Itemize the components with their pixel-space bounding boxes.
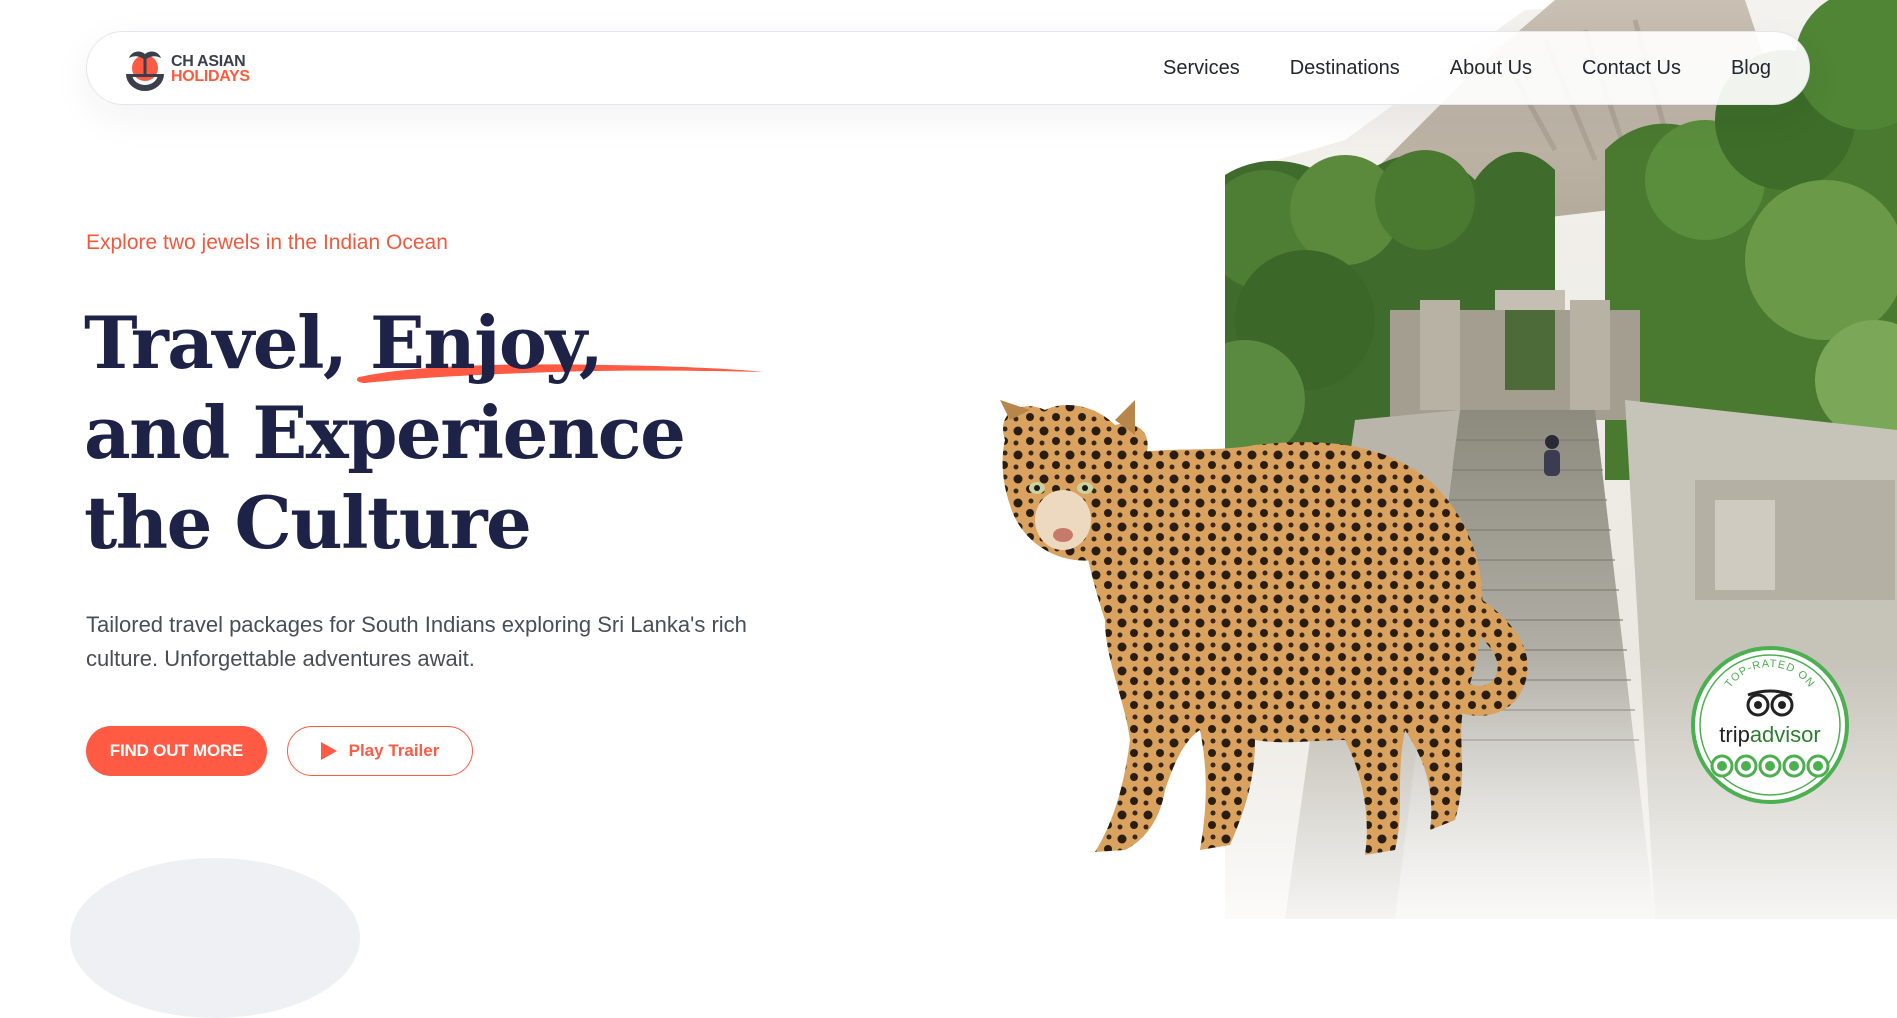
hero-kicker: Explore two jewels in the Indian Ocean — [86, 231, 448, 254]
headline-line-2: and Experience — [84, 390, 686, 475]
nav-services[interactable]: Services — [1163, 57, 1240, 80]
decorative-blob — [70, 858, 360, 1018]
rating-circles — [1710, 754, 1830, 778]
find-out-more-button[interactable]: FIND OUT MORE — [86, 726, 267, 776]
play-trailer-label: Play Trailer — [348, 741, 440, 760]
main-navbar: CH ASIAN HOLIDAYS Services Destinations … — [86, 31, 1810, 105]
badge-brand-suffix: advisor — [1750, 722, 1821, 747]
logo-text-line1: CH ASIAN — [171, 53, 246, 70]
hero-headline: Travel, Enjoy, and Experience the Cultur… — [84, 298, 686, 568]
nav-links: Services Destinations About Us Contact U… — [1163, 32, 1771, 104]
tripadvisor-badge[interactable]: TOP-RATED ON tripadvisor — [1690, 645, 1850, 805]
brand-logo[interactable]: CH ASIAN HOLIDAYS — [123, 44, 253, 94]
play-icon — [320, 742, 337, 760]
hero-subtext: Tailored travel packages for South India… — [86, 612, 747, 671]
svg-text:tripadvisor: tripadvisor — [1719, 722, 1820, 747]
headline-line-3: the Culture — [84, 480, 532, 565]
badge-brand-prefix: trip — [1719, 722, 1750, 747]
nav-contact-us[interactable]: Contact Us — [1582, 57, 1681, 80]
palm-sun-logo-icon — [126, 51, 164, 91]
leopard-image — [1000, 400, 1528, 855]
nav-blog[interactable]: Blog — [1731, 57, 1771, 80]
play-trailer-button[interactable]: Play Trailer — [287, 726, 473, 776]
nav-about-us[interactable]: About Us — [1450, 57, 1532, 80]
headline-line-1: Travel, Enjoy, — [84, 300, 604, 385]
logo-text-line2: HOLIDAYS — [171, 68, 250, 85]
nav-destinations[interactable]: Destinations — [1290, 57, 1400, 80]
